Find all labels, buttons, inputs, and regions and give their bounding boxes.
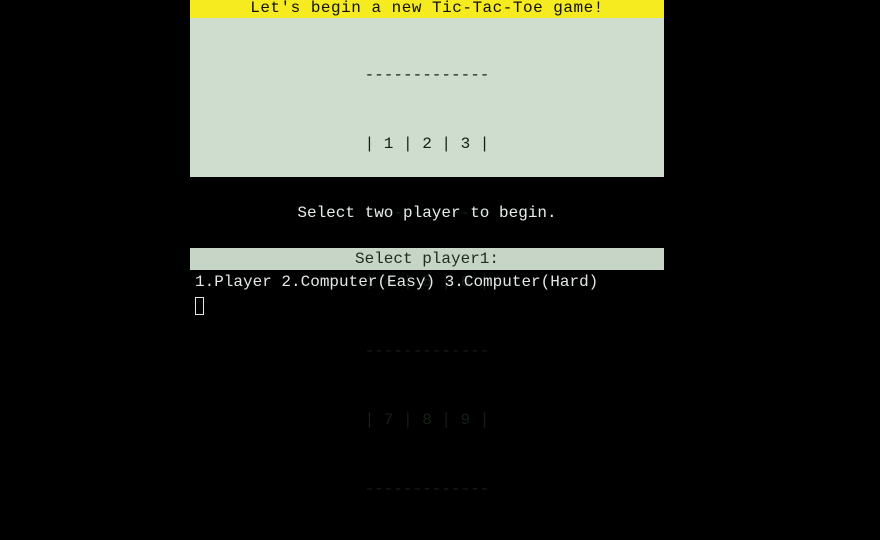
- board-line-6: -------------: [190, 478, 664, 501]
- game-title: Let's begin a new Tic-Tac-Toe game!: [190, 0, 664, 18]
- player-options: 1.Player 2.Computer(Easy) 3.Computer(Har…: [195, 273, 669, 291]
- terminal-window: Let's begin a new Tic-Tac-Toe game! ----…: [0, 0, 880, 540]
- game-panel: Let's begin a new Tic-Tac-Toe game! ----…: [190, 0, 664, 177]
- board-line-1: | 1 | 2 | 3 |: [190, 133, 664, 156]
- input-line[interactable]: [195, 297, 669, 315]
- board-line-5: | 7 | 8 | 9 |: [190, 409, 664, 432]
- board-line-0: -------------: [190, 64, 664, 87]
- board-line-4: -------------: [190, 340, 664, 363]
- cursor-icon: [195, 297, 204, 315]
- select-player-header: Select player1:: [190, 248, 664, 270]
- instruction-text: Select two player to begin.: [190, 204, 664, 222]
